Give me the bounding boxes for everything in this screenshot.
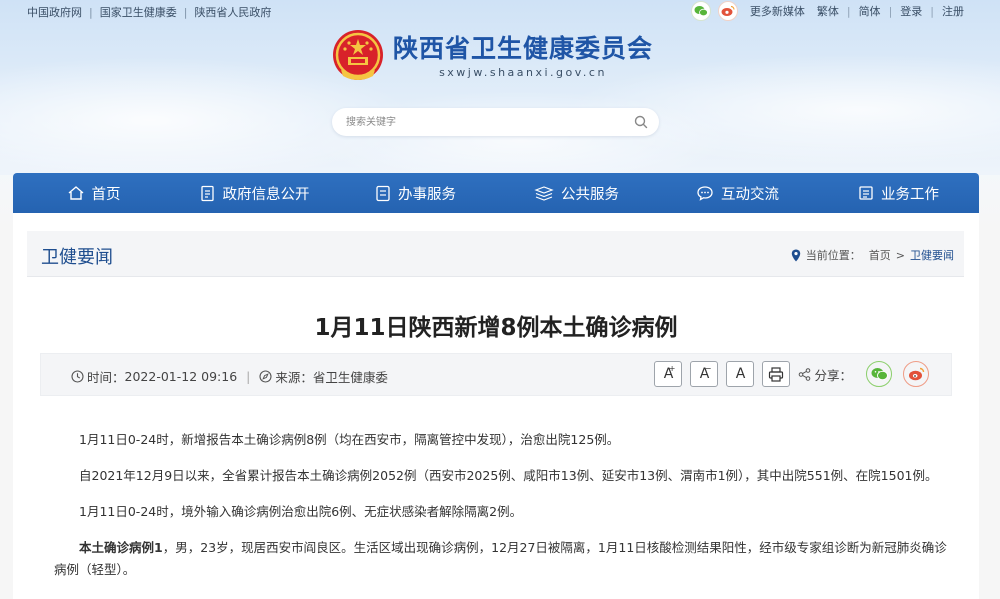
source-label: 来源： [275,370,313,385]
weibo-icon [908,367,924,381]
stack-icon [534,186,554,201]
nav-label: 公共服务 [561,186,619,203]
weibo-icon[interactable] [717,1,738,21]
wechat-icon[interactable] [690,1,711,21]
article-meta: 时间： 2022-01-12 09:16 | 来源： 省卫生健康委 [71,367,388,386]
national-emblem-icon [333,30,383,80]
time-value: 2022-01-12 09:16 [124,369,238,384]
current-location: 当前位置： 首页 > 卫健要闻 [791,247,954,263]
article-body: 1月11日0-24时，新增报告本土确诊病例8例（均在西安市，隔离管控中发现），治… [54,429,954,595]
divider: | [930,4,934,18]
article-paragraph: 1月11日0-24时，新增报告本土确诊病例8例（均在西安市，隔离管控中发现），治… [79,432,620,447]
article-paragraph: 自2021年12月9日以来，全省累计报告本土确诊病例2052例（西安市2025例… [79,468,938,483]
font-button-label: A [735,366,746,382]
clock-icon [71,370,84,383]
home-icon [68,186,83,200]
nav-item-services[interactable]: 办事服务 [335,173,496,213]
share-weibo-button[interactable] [903,361,929,387]
chat-icon [697,186,713,201]
article-tools: A + A − A 分享： [654,361,929,387]
nav-label: 办事服务 [398,186,456,203]
nav-item-public-service[interactable]: 公共服务 [496,173,657,213]
site-domain: sxwjw.shaanxi.gov.cn [439,66,607,79]
nav-label: 互动交流 [721,186,779,203]
top-links: 中国政府网 | 国家卫生健康委 | 陕西省人民政府 [27,4,271,20]
breadcrumb-separator: > [895,248,905,262]
logo-text: 陕西省卫生健康委员会 sxwjw.shaanxi.gov.cn [393,34,654,80]
header-background [0,0,1000,175]
register-link[interactable]: 注册 [942,3,964,19]
article-meta-bar: 时间： 2022-01-12 09:16 | 来源： 省卫生健康委 A + A − … [40,353,952,396]
link-shaanxi-gov[interactable]: 陕西省人民政府 [194,4,271,20]
search-icon[interactable] [633,114,649,130]
more-media-link[interactable]: 更多新媒体 [750,3,805,19]
printer-icon [769,366,784,382]
article-paragraph-case: 本土确诊病例1，男，23岁，现居西安市阎良区。生活区域出现确诊病例，12月27日… [54,537,954,581]
wechat-icon [871,368,888,381]
top-right-links: 更多新媒体 繁体 | 简体 | 登录 | 注册 [690,1,964,21]
document-icon [200,185,214,201]
divider: | [89,5,93,19]
nav-item-home[interactable]: 首页 [13,173,174,213]
traditional-chinese-link[interactable]: 繁体 [817,3,839,19]
share-wechat-button[interactable] [866,361,892,387]
breadcrumb-home-link[interactable]: 首页 [869,247,891,263]
content-panel: 卫健要闻 当前位置： 首页 > 卫健要闻 1月11日陕西新增8例本土确诊病例 时… [13,213,979,599]
breadcrumb: 卫健要闻 当前位置： 首页 > 卫健要闻 [27,231,964,277]
nav-label: 首页 [91,186,121,203]
font-increase-button[interactable]: A + [654,361,683,387]
section-title: 卫健要闻 [41,247,113,268]
case-text: ，男，23岁，现居西安市阎良区。生活区域出现确诊病例，12月27日被隔离，1月1… [54,540,947,577]
nav-item-business[interactable]: 业务工作 [818,173,979,213]
divider: | [846,4,851,18]
search-box [332,108,659,136]
article-source: 来源： 省卫生健康委 [259,367,388,386]
font-reset-button[interactable]: A [726,361,755,387]
nav-item-gov-info[interactable]: 政府信息公开 [174,173,335,213]
compass-icon [259,370,272,383]
divider: | [888,4,893,18]
breadcrumb-current-link[interactable]: 卫健要闻 [910,247,954,263]
nav-label: 业务工作 [881,186,939,203]
main-nav: 首页 政府信息公开 办事服务 公共服务 互动交流 业务工作 [13,173,979,213]
login-link[interactable]: 登录 [900,3,922,19]
divider: | [183,5,188,19]
print-button[interactable] [762,361,791,387]
nav-item-interaction[interactable]: 互动交流 [657,173,818,213]
location-label: 当前位置： [805,249,861,262]
site-logo[interactable]: 陕西省卫生健康委员会 sxwjw.shaanxi.gov.cn [329,28,653,86]
briefcase-icon [859,186,873,200]
share-text: 分享： [814,367,852,383]
publish-time: 时间： 2022-01-12 09:16 [71,367,237,386]
simplified-chinese-link[interactable]: 简体 [859,3,881,19]
link-nhc[interactable]: 国家卫生健康委 [100,4,177,20]
share-icon [799,367,811,381]
nav-label: 政府信息公开 [222,186,310,203]
share-label: 分享： [798,365,852,384]
location-pin-icon [791,249,800,261]
site-title: 陕西省卫生健康委员会 [393,34,654,63]
link-gov-cn[interactable]: 中国政府网 [27,4,82,20]
font-decrease-button[interactable]: A − [690,361,719,387]
top-bar: 中国政府网 | 国家卫生健康委 | 陕西省人民政府 更多新媒体 繁体 | 简体 … [0,0,1000,22]
time-label: 时间： [87,370,125,385]
article-paragraph: 1月11日0-24时，境外输入确诊病例治愈出院6例、无症状感染者解除隔离2例。 [79,504,523,519]
case-heading: 本土确诊病例1 [79,540,163,555]
search-input[interactable] [346,114,616,130]
article-title: 1月11日陕西新增8例本土确诊病例 [314,315,678,341]
source-value: 省卫生健康委 [312,370,388,385]
list-icon [376,185,390,201]
divider: | [246,369,251,384]
